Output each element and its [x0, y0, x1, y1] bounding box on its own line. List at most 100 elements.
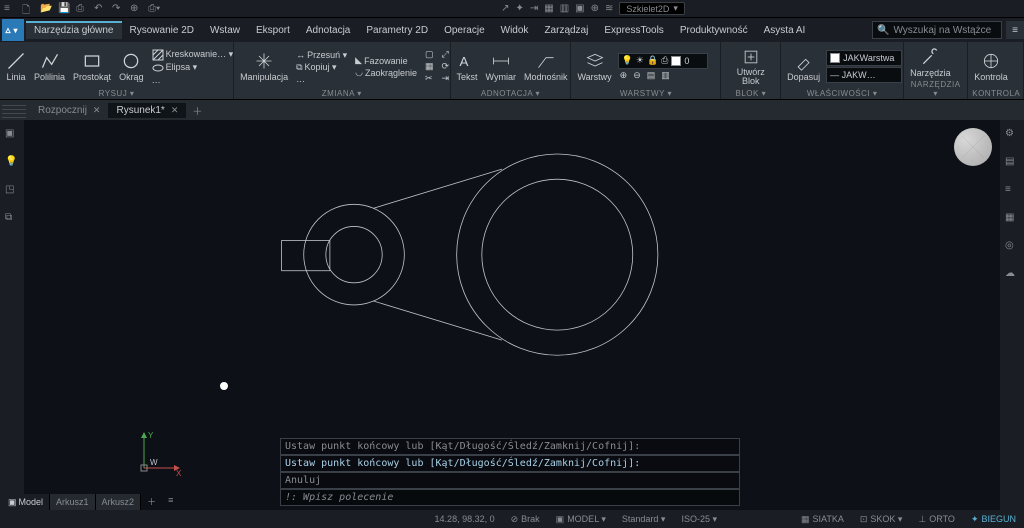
layout-sheet1[interactable]: Arkusz1 [50, 494, 96, 510]
globe-icon[interactable]: ⊕ [130, 3, 142, 15]
manipulate-button[interactable]: Manipulacja [238, 51, 290, 82]
tab-drawing1[interactable]: Rysunek1*✕ [108, 103, 186, 118]
line-button[interactable]: Linia [4, 51, 28, 82]
cloud-icon[interactable]: ☁ [1005, 268, 1019, 282]
layer-tools[interactable]: ⊕⊖▤▥ [618, 70, 708, 81]
cmd-input[interactable]: !: Wpisz polecenie [280, 489, 740, 506]
tab-ai[interactable]: Asysta AI [756, 21, 814, 39]
status-brak[interactable]: ⊘Brak [507, 514, 544, 525]
ribbon-group-modify: Manipulacja ↔Przesuń ▾ ⧉Kopiuj ▾ … ◣Fazo… [234, 42, 450, 99]
settings-icon[interactable]: ⚙ [1005, 128, 1019, 142]
arrow-icon[interactable]: ↗ [501, 3, 509, 14]
leader-button[interactable]: Modnośnik [522, 51, 570, 82]
template-dropdown[interactable]: Szkielet2D▾ [619, 2, 685, 15]
add-tab-button[interactable]: ＋ [186, 101, 208, 120]
tab-express[interactable]: ExpressTools [596, 21, 671, 39]
status-model[interactable]: ▣MODEL ▾ [552, 514, 610, 525]
grid-icon[interactable]: ▦ [544, 3, 553, 14]
array-icon[interactable]: ▦ [423, 61, 436, 72]
scale-icon[interactable]: ⤢ [440, 49, 452, 60]
tab-ops[interactable]: Operacje [436, 21, 493, 39]
navigation-wheel[interactable] [954, 128, 992, 166]
match-props-button[interactable]: Dopasuj [785, 51, 822, 82]
dimension-button[interactable]: Wymiar [484, 51, 518, 82]
list-icon[interactable]: ≡ [1005, 184, 1019, 198]
layers-panel-button[interactable]: Warstwy [575, 51, 613, 82]
new-icon[interactable]: 🗋 [22, 3, 34, 15]
layout-menu-button[interactable]: ≡ [162, 494, 179, 510]
close-icon[interactable]: ✕ [171, 105, 179, 116]
more-draw-button[interactable]: … [150, 75, 236, 85]
layers2-icon[interactable]: ▤ [1005, 156, 1019, 170]
box-icon[interactable]: ◳ [5, 184, 19, 198]
move-button[interactable]: ↔Przesuń ▾ [294, 50, 349, 61]
globe2-icon[interactable]: ⊕ [591, 3, 599, 14]
rectangle-button[interactable]: Prostokąt [71, 51, 113, 82]
ellipse-button[interactable]: Elipsa ▾ [150, 62, 236, 74]
add-layout-button[interactable]: ＋ [141, 494, 162, 510]
rotate-icon[interactable]: ⟳ [440, 61, 452, 72]
copy-icon[interactable]: ⧉ [5, 212, 19, 226]
layout-sheet2[interactable]: Arkusz2 [96, 494, 142, 510]
layer-selector[interactable]: 💡 ☀ 🔒 ⎙ 0 [618, 53, 708, 69]
tab-productivity[interactable]: Produktywność [672, 21, 756, 39]
ribbon-search[interactable]: 🔍 Wyszukaj na Wstążce [872, 21, 1002, 39]
open-icon[interactable]: 📂 [40, 3, 52, 15]
col-icon[interactable]: ▥ [560, 3, 569, 14]
tab-start[interactable]: Rozpocznij✕ [30, 103, 108, 118]
tab-home[interactable]: Narzędzia główne [26, 21, 122, 39]
wand-icon[interactable]: ✦ [515, 3, 523, 14]
tab-manage[interactable]: Zarządzaj [536, 21, 596, 39]
lock-icon: 🔒 [647, 55, 658, 66]
balloon-icon[interactable]: ◎ [1005, 240, 1019, 254]
command-line[interactable]: Ustaw punkt końcowy lub [Kąt/Długość/Śle… [280, 438, 740, 506]
menu-icon[interactable]: ≡ [4, 3, 16, 15]
extend-icon[interactable]: ⇥ [440, 73, 452, 84]
tab-annotate[interactable]: Adnotacja [298, 21, 358, 39]
more-modify-button[interactable]: … [294, 74, 349, 84]
tab-insert[interactable]: Wstaw [202, 21, 248, 39]
close-icon[interactable]: ✕ [93, 105, 101, 116]
status-siatka[interactable]: ▦SIATKA [797, 514, 848, 525]
bulb-icon[interactable]: 💡 [5, 156, 19, 170]
trim-icon[interactable]: ✂ [423, 73, 436, 84]
text-button[interactable]: A Tekst [455, 51, 480, 82]
copy-button[interactable]: ⧉Kopiuj ▾ [294, 62, 349, 73]
coords-readout[interactable]: 14.28, 98.32, 0 [431, 514, 499, 524]
hatch-button[interactable]: Kreskowanie… ▾ [150, 49, 236, 61]
tab-export[interactable]: Eksport [248, 21, 298, 39]
status-skok[interactable]: ⊡SKOK ▾ [856, 514, 907, 525]
save-icon[interactable]: 💾 [58, 3, 70, 15]
polyline-button[interactable]: Polilinia [32, 51, 67, 82]
mirror-icon[interactable]: ▢ [423, 49, 436, 60]
fillet-button[interactable]: ◡Zaokrąglenie [353, 67, 419, 78]
layers-icon[interactable]: ≋ [605, 3, 613, 14]
control-button[interactable]: Kontrola [972, 51, 1010, 82]
color-selector[interactable]: JAKWarstwa [826, 50, 902, 66]
create-block-button[interactable]: Utwórz Blok [725, 47, 776, 86]
print-icon[interactable]: ⎙▾ [148, 3, 160, 15]
status-biegun[interactable]: ✦BIEGUN [967, 514, 1020, 525]
grid2-icon[interactable]: ▦ [1005, 212, 1019, 226]
help-icon[interactable]: ≡ [1006, 21, 1024, 39]
status-standard[interactable]: Standard ▾ [618, 514, 670, 525]
nav-icon[interactable]: ▣ [5, 128, 19, 142]
cube-icon[interactable]: ▣ [575, 3, 584, 14]
undo-icon[interactable]: ↶ [94, 3, 106, 15]
status-orto[interactable]: ⊥ORTO [914, 514, 959, 525]
layout-model[interactable]: ▣Model [2, 494, 50, 510]
tab-params[interactable]: Parametry 2D [358, 21, 436, 39]
chamfer-button[interactable]: ◣Fazowanie [353, 55, 419, 66]
saveas-icon[interactable]: ⎙ [76, 3, 88, 15]
app-menu-button[interactable]: ▵▾ [2, 19, 24, 41]
lightbulb-icon: 💡 [622, 55, 633, 66]
redo-icon[interactable]: ↷ [112, 3, 124, 15]
viewport[interactable]: Y X W Ustaw punkt końcowy lub [Kąt/Długo… [24, 120, 1000, 510]
linetype-selector[interactable]: — JAKW… [826, 67, 902, 83]
circle-button[interactable]: Okrąg [117, 51, 146, 82]
status-iso[interactable]: ISO-25 ▾ [677, 514, 721, 525]
tools-button[interactable]: Narzędzia [908, 47, 953, 78]
tab-draw2d[interactable]: Rysowanie 2D [122, 21, 202, 39]
tab-view[interactable]: Widok [493, 21, 537, 39]
dims-icon[interactable]: ⇥ [530, 3, 538, 14]
